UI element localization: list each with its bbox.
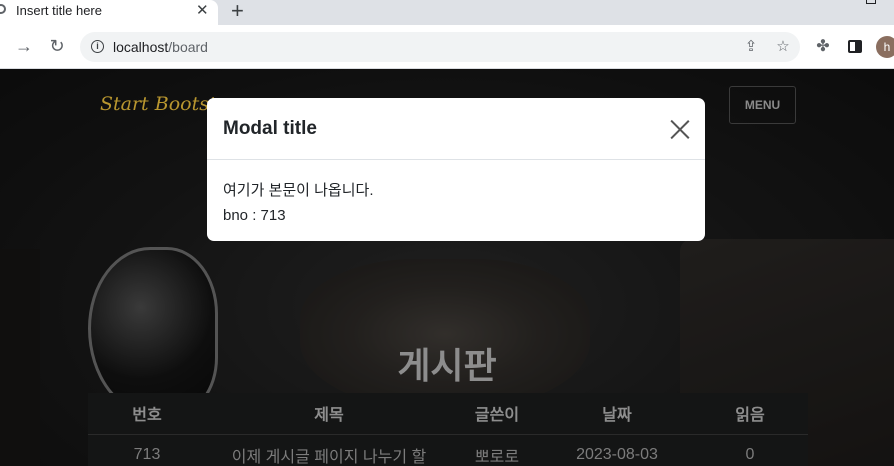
info-icon[interactable]: i [91, 40, 104, 53]
cell-title-link[interactable]: 이제 게시글 페이지 나누기 할 [206, 443, 452, 466]
cell-views: 0 [745, 445, 755, 463]
modal-bno-text: bno : 713 [223, 207, 286, 224]
share-icon[interactable]: ⇪ [741, 37, 761, 57]
site-brand[interactable]: Start Bootst [100, 93, 217, 115]
reload-icon[interactable]: ↻ [45, 34, 69, 58]
cell-date: 2023-08-03 [576, 445, 658, 463]
column-header-title: 제목 [314, 407, 344, 424]
url-text[interactable]: localhost/board [113, 39, 208, 55]
new-tab-button[interactable]: + [231, 0, 244, 24]
close-icon[interactable] [669, 118, 691, 140]
bookmark-star-icon[interactable]: ☆ [773, 37, 793, 57]
profile-avatar[interactable]: h [876, 36, 894, 58]
tab-close-icon[interactable]: ✕ [196, 1, 209, 19]
modal-title: Modal title [223, 118, 317, 139]
window-restore-icon[interactable] [866, 0, 876, 4]
cell-number: 713 [133, 445, 161, 463]
url-host: localhost [113, 39, 169, 55]
modal-dialog: Modal title 여기가 본문이 나옵니다. bno : 713 [207, 98, 705, 241]
menu-button[interactable]: MENU [729, 86, 796, 124]
extensions-puzzle-icon[interactable]: ✤ [813, 36, 833, 56]
column-header-date: 날짜 [602, 407, 632, 424]
side-panel-icon[interactable] [848, 40, 862, 53]
tab-strip: Insert title here ✕ + [0, 0, 894, 25]
board-table: 번호 제목 글쓴이 날짜 읽음 713 이제 게시글 페이지 나누기 할 뽀로로… [88, 393, 808, 466]
column-header-writer: 글쓴이 [474, 407, 520, 424]
tab-title: Insert title here [16, 3, 102, 18]
url-path: /board [168, 39, 208, 55]
page-title: 게시판 [397, 345, 497, 386]
table-header-row: 번호 제목 글쓴이 날짜 읽음 [88, 393, 808, 433]
back-arrow-icon[interactable]: → [12, 34, 36, 58]
column-header-number: 번호 [132, 407, 162, 424]
modal-body-text: 여기가 본문이 나옵니다. [223, 182, 374, 199]
cell-writer: 뽀로로 [474, 448, 520, 466]
globe-icon [0, 4, 6, 14]
table-row[interactable]: 713 이제 게시글 페이지 나누기 할 뽀로로 2023-08-03 0 [88, 434, 808, 466]
modal-body: 여기가 본문이 나옵니다. bno : 713 [223, 178, 374, 228]
address-bar[interactable]: i localhost/board ⇪ ☆ [80, 32, 800, 62]
modal-header: Modal title [207, 98, 705, 160]
column-header-views: 읽음 [735, 407, 765, 424]
browser-toolbar: → ↻ i localhost/board ⇪ ☆ ✤ h [0, 25, 894, 69]
browser-tab[interactable]: Insert title here ✕ [0, 0, 218, 25]
